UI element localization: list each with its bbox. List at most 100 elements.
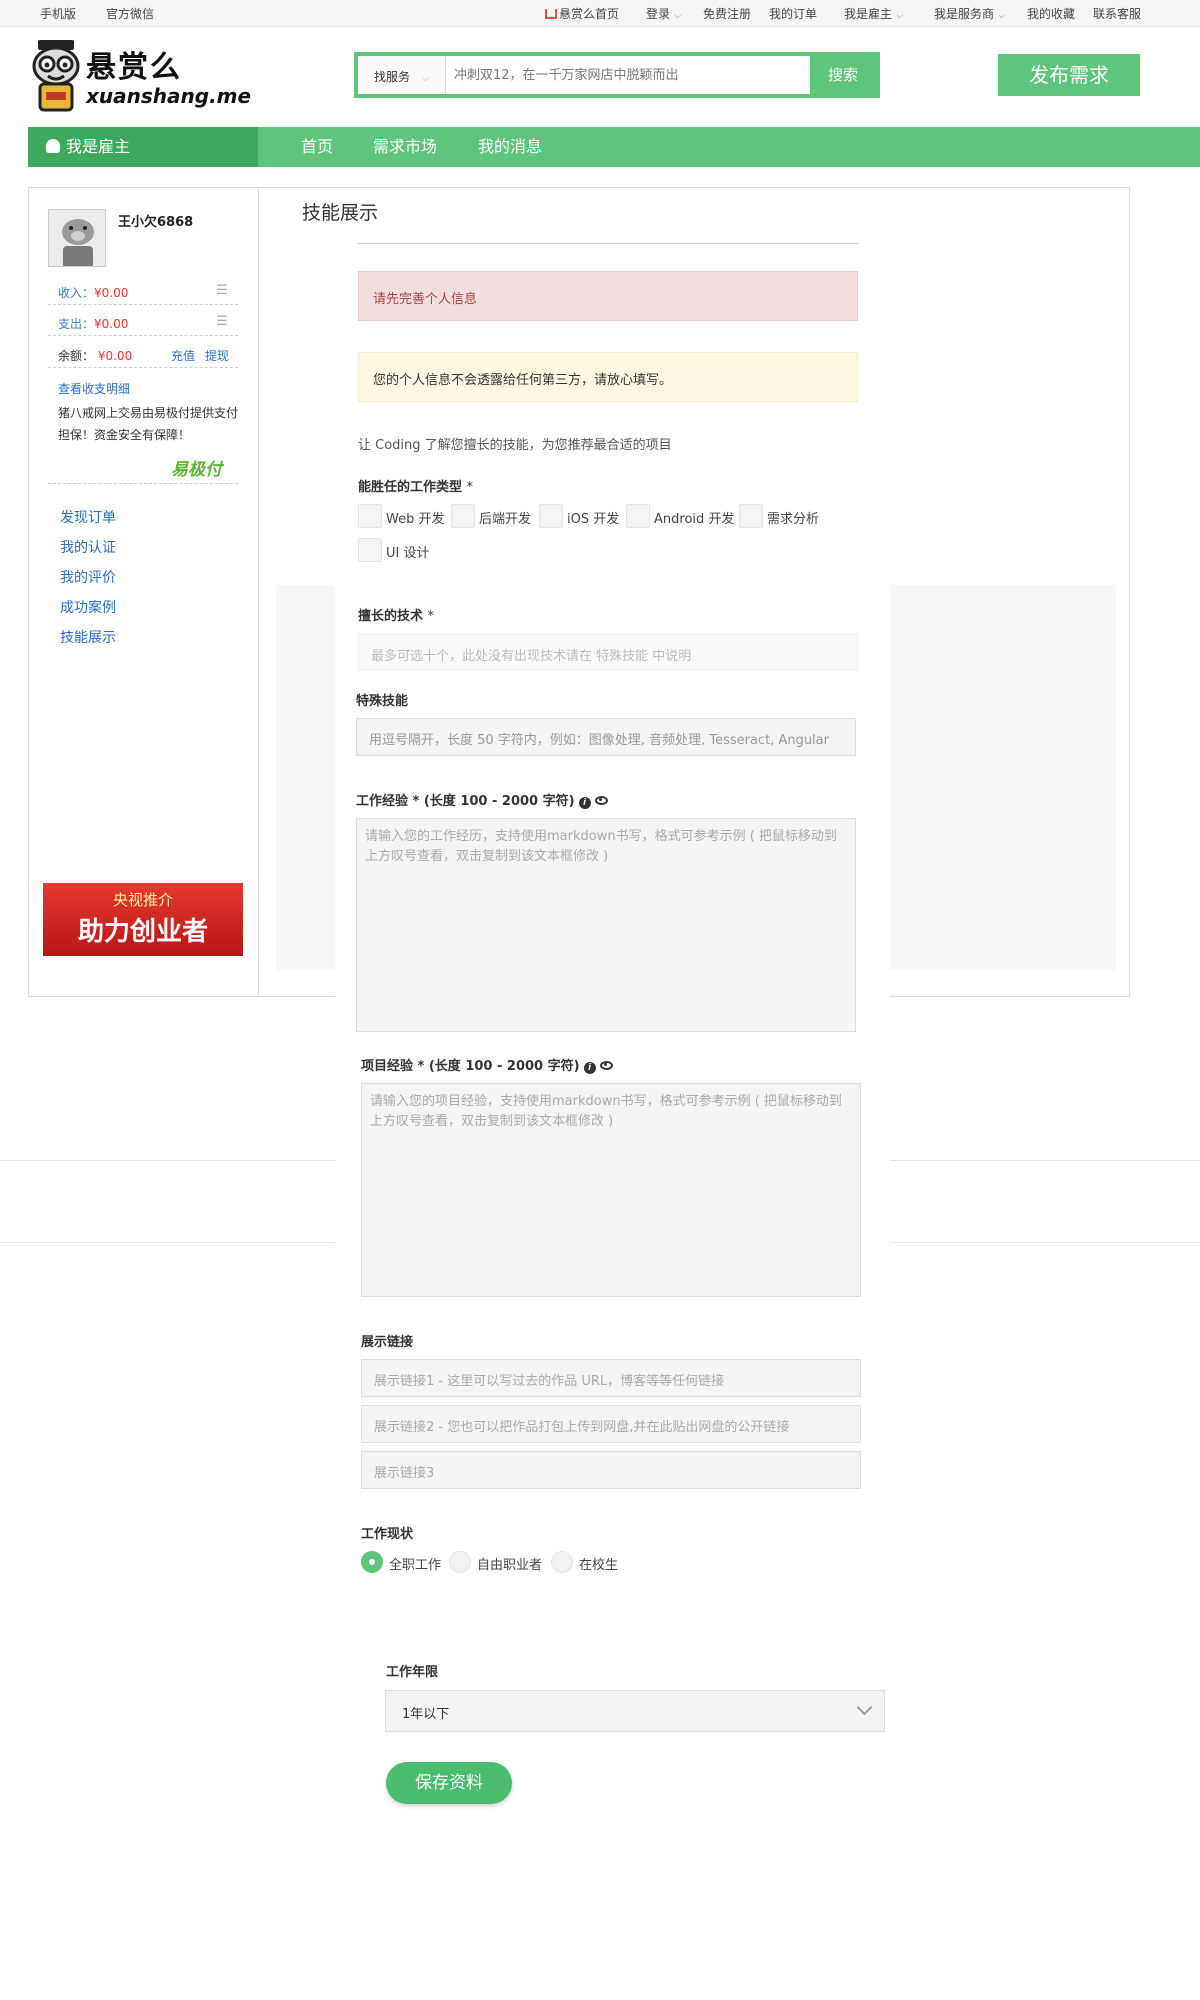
divider [48,483,238,484]
login-link[interactable]: 登录 ⌵ [646,5,681,22]
radio-label: 全职工作 [389,1558,442,1573]
nav-home[interactable]: 首页 [301,127,333,167]
project-exp-label: 项目经验 * (长度 100 - 2000 字符) i [361,1055,613,1074]
years-label: 工作年限 [386,1665,439,1680]
checkbox-requirements[interactable] [739,504,763,528]
search-button[interactable]: 搜索 [810,56,876,94]
list-icon[interactable]: ☰ [216,283,228,298]
site-logo[interactable]: 悬赏么 xuanshang.me [28,36,251,116]
recharge-link[interactable]: 充值 [171,347,195,364]
list-icon[interactable]: ☰ [216,314,228,329]
logo-text-cn: 悬赏么 [86,50,182,85]
work-types-label: 能胜任的工作类型 * [358,480,474,495]
nav-messages[interactable]: 我的消息 [478,127,542,167]
nav-market[interactable]: 需求市场 [373,127,437,167]
radio-student[interactable] [551,1551,573,1573]
warning-alert: 您的个人信息不会透露给任何第三方，请放心填写。 [358,352,858,402]
years-select[interactable]: 1年以下 [385,1690,885,1732]
special-skills-label: 特殊技能 [356,694,409,709]
chevron-down-icon: ⌵ [421,74,429,84]
checkbox-android[interactable] [626,504,650,528]
link-input-1[interactable]: 展示链接1 - 这里可以写过去的作品 URL，博客等等任何链接 [361,1359,861,1397]
sidebar-item-cases[interactable]: 成功案例 [60,597,116,617]
register-link[interactable]: 免费注册 [703,5,751,22]
user-icon [46,139,60,153]
logo-text-en: xuanshang.me [86,84,252,108]
banner-title: 助力创业者 [77,917,208,947]
avatar[interactable] [48,209,106,267]
preview-eye-icon[interactable] [594,796,608,805]
search-bar: 找服务 ⌵ 搜索 [354,52,880,98]
chevron-down-icon [856,1699,873,1716]
skills-input[interactable]: 最多可选十个，此处没有出现技术请在 特殊技能 中说明 [358,634,858,670]
chevron-down-icon: ⌵ [997,11,1005,21]
details-link[interactable]: 查看收支明细 [58,380,130,397]
radio-label: 在校生 [579,1558,619,1573]
income-row: 收入：¥0.00 [58,286,129,300]
chevron-down-icon: ⌵ [673,11,681,21]
wechat-link[interactable]: 官方微信 [106,5,154,22]
employer-role-tab[interactable]: 我是雇主 [28,127,258,167]
provider-link[interactable]: 我是服务商 ⌵ [934,5,1005,22]
search-category-select[interactable]: 找服务 ⌵ [358,56,446,94]
page-title: 技能展示 [302,202,379,224]
sidebar: 王小欠6868 收入：¥0.00 ☰ 支出：¥0.00 ☰ 余额： ¥0.00 … [28,187,259,997]
radio-freelancer[interactable] [449,1551,471,1573]
sidebar-item-reviews[interactable]: 我的评价 [60,567,116,587]
project-exp-textarea[interactable]: 请输入您的项目经验，支持使用markdown书写，格式可参考示例 ( 把鼠标移动… [361,1083,861,1297]
promo-banner[interactable]: 央视推介 助力创业者 [43,883,243,956]
expense-row: 支出：¥0.00 [58,317,129,331]
top-bar: 手机版 官方微信 悬赏么首页 登录 ⌵ 免费注册 我的订单 我是雇主 ⌵ 我是服… [0,0,1200,27]
checkbox-label: UI 设计 [386,546,430,561]
intro-text: 让 Coding 了解您擅长的技能，为您推荐最合适的项目 [358,438,672,453]
work-exp-textarea[interactable]: 请输入您的工作经历，支持使用markdown书写，格式可参考示例 ( 把鼠标移动… [356,818,856,1032]
skills-label: 擅长的技术 * [358,609,435,624]
search-input[interactable] [454,64,794,86]
checkbox-ios[interactable] [539,504,563,528]
checkbox-web[interactable] [358,504,382,528]
payment-note: 猪八戒网上交易由易极付提供支付担保！资金安全有保障！ [58,406,239,442]
checkbox-backend[interactable] [451,504,475,528]
link-input-3[interactable]: 展示链接3 [361,1451,861,1489]
divider [48,335,238,336]
balance-row: 余额： ¥0.00 [58,349,133,363]
info-icon[interactable]: i [578,797,591,809]
sidebar-item-certification[interactable]: 我的认证 [60,537,116,557]
link-input-2[interactable]: 展示链接2 - 您也可以把作品打包上传到网盘,并在此贴出网盘的公开链接 [361,1405,861,1443]
checkbox-label: Web 开发 [386,512,445,527]
sidebar-item-skills[interactable]: 技能展示 [60,627,116,647]
banner-tagline: 央视推介 [112,891,173,909]
checkbox-ui[interactable] [358,538,382,562]
checkbox-label: 后端开发 [479,512,532,527]
save-button[interactable]: 保存资料 [386,1762,512,1804]
home-link[interactable]: 悬赏么首页 [545,5,619,22]
checkbox-label: iOS 开发 [567,512,620,527]
sidebar-item-find-orders[interactable]: 发现订单 [60,507,116,527]
employer-link[interactable]: 我是雇主 ⌵ [844,5,903,22]
divider [48,304,238,305]
orders-link[interactable]: 我的订单 [769,5,817,22]
support-link[interactable]: 联系客服 [1093,5,1141,22]
mobile-link[interactable]: 手机版 [40,5,76,22]
main-nav: 我是雇主 首页 需求市场 我的消息 [28,127,1200,167]
publish-request-button[interactable]: 发布需求 [998,54,1140,96]
radio-label: 自由职业者 [477,1558,543,1573]
checkbox-label: 需求分析 [767,512,820,527]
work-exp-label: 工作经验 * (长度 100 - 2000 字符) i [356,790,608,809]
withdraw-link[interactable]: 提现 [205,347,229,364]
yijifu-logo: 易极付 [171,460,222,480]
special-skills-input[interactable]: 用逗号隔开，长度 50 字符内，例如：图像处理, 音频处理, Tesseract… [356,718,856,756]
preview-eye-icon[interactable] [599,1061,613,1070]
info-icon[interactable]: i [583,1062,596,1074]
checkbox-label: Android 开发 [654,512,735,527]
favorites-link[interactable]: 我的收藏 [1027,5,1075,22]
username: 王小欠6868 [118,215,194,230]
chevron-down-icon: ⌵ [895,11,903,21]
title-divider [358,243,858,244]
mascot-icon [32,40,80,112]
divider [48,367,238,368]
home-icon [545,9,557,19]
links-label: 展示链接 [361,1335,414,1350]
radio-fulltime[interactable] [361,1551,383,1573]
error-alert: 请先完善个人信息 [358,271,858,321]
